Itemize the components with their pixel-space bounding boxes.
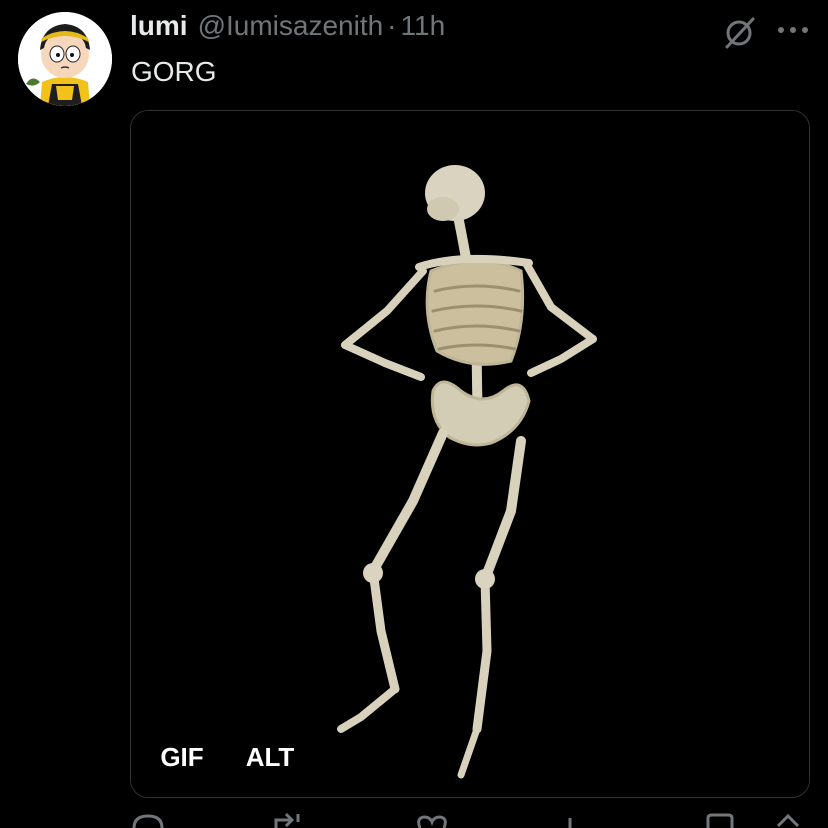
display-name[interactable]: lumi — [130, 10, 188, 42]
tweet-header: lumi @Iumisazenith · 11h — [130, 10, 445, 46]
gif-badge: GIF — [160, 741, 204, 772]
user-handle[interactable]: @Iumisazenith — [198, 10, 384, 42]
like-icon[interactable] — [414, 808, 450, 828]
skeleton-gif[interactable] — [131, 111, 809, 797]
avatar-image — [18, 12, 112, 106]
retweet-icon[interactable] — [270, 808, 306, 828]
timestamp[interactable]: 11h — [401, 10, 446, 42]
views-icon[interactable] — [560, 808, 596, 828]
reply-icon[interactable] — [130, 808, 166, 828]
grok-icon[interactable] — [722, 14, 758, 50]
alt-badge[interactable]: ALT — [239, 737, 301, 777]
more-icon[interactable] — [776, 20, 810, 40]
tweet-text: GORG — [131, 56, 217, 87]
media-container[interactable]: GIF ALT — [130, 110, 810, 798]
share-icon[interactable] — [770, 808, 806, 828]
separator: · — [387, 10, 397, 41]
bookmark-icon[interactable] — [702, 808, 738, 828]
avatar[interactable] — [18, 12, 112, 106]
action-bar — [130, 808, 810, 828]
